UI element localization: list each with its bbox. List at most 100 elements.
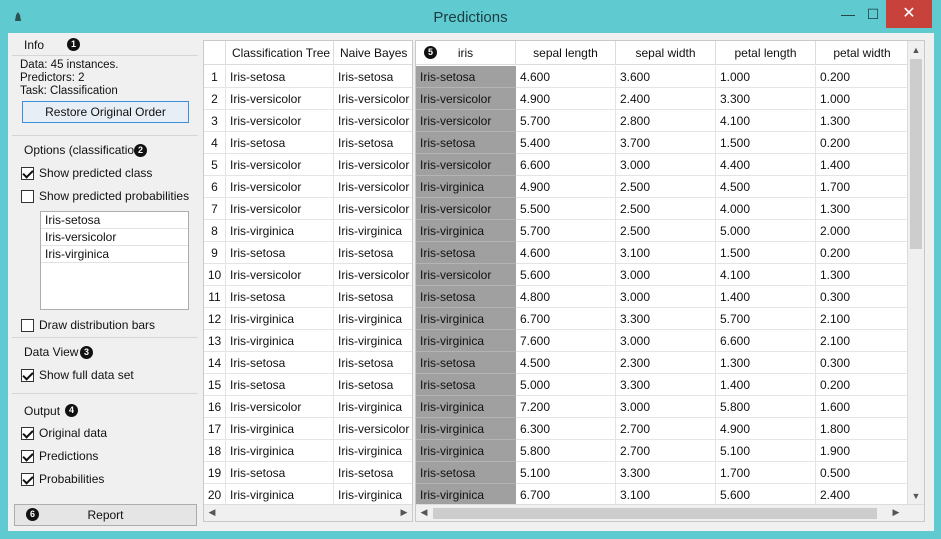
- petal-width-cell: 1.300: [816, 110, 909, 132]
- table-row[interactable]: 5 Iris-versicolor Iris-versicolor: [204, 154, 412, 176]
- table-row[interactable]: Iris-versicolor 5.600 3.000 4.100 1.300: [416, 264, 909, 286]
- draw-distribution-bars-checkbox[interactable]: Draw distribution bars: [21, 318, 155, 332]
- class-list-item[interactable]: Iris-virginica: [41, 246, 188, 263]
- sepal-length-cell: 6.300: [516, 418, 616, 440]
- naive-bayes-cell: Iris-setosa: [334, 132, 412, 154]
- class-list-item[interactable]: Iris-setosa: [41, 212, 188, 229]
- table-row[interactable]: Iris-versicolor 5.700 2.800 4.100 1.300: [416, 110, 909, 132]
- table-row[interactable]: 8 Iris-virginica Iris-virginica: [204, 220, 412, 242]
- checkbox-unchecked[interactable]: [21, 189, 34, 203]
- sepal-width-cell: 3.300: [616, 374, 716, 396]
- vertical-scrollbar[interactable]: ▲ ▼: [907, 41, 924, 506]
- naive-bayes-header[interactable]: Naive Bayes: [334, 41, 412, 65]
- scroll-left-icon[interactable]: ◀: [205, 507, 219, 518]
- naive-bayes-cell: Iris-versicolor: [334, 418, 412, 440]
- sepal-length-cell: 5.600: [516, 264, 616, 286]
- petal-length-cell: 1.400: [716, 374, 816, 396]
- table-row[interactable]: Iris-setosa 4.600 3.100 1.500 0.200: [416, 242, 909, 264]
- table-row[interactable]: Iris-setosa 5.400 3.700 1.500 0.200: [416, 132, 909, 154]
- checkbox-checked[interactable]: [21, 368, 34, 382]
- table-row[interactable]: Iris-virginica 7.600 3.000 6.600 2.100: [416, 330, 909, 352]
- table-row[interactable]: Iris-versicolor 4.900 2.400 3.300 1.000: [416, 88, 909, 110]
- table-row[interactable]: 6 Iris-versicolor Iris-versicolor: [204, 176, 412, 198]
- show-full-data-set-checkbox[interactable]: Show full data set: [21, 368, 134, 382]
- table-row[interactable]: 4 Iris-setosa Iris-setosa: [204, 132, 412, 154]
- table-row[interactable]: 1 Iris-setosa Iris-setosa: [204, 66, 412, 88]
- petal-width-cell: 0.300: [816, 286, 909, 308]
- classification-tree-header[interactable]: Classification Tree: [226, 41, 334, 65]
- table-row[interactable]: Iris-virginica 5.700 2.500 5.000 2.000: [416, 220, 909, 242]
- predictions-checkbox[interactable]: Predictions: [21, 449, 98, 463]
- horizontal-scrollbar[interactable]: ◀ ▶: [204, 504, 412, 521]
- table-row[interactable]: Iris-virginica 6.700 3.300 5.700 2.100: [416, 308, 909, 330]
- show-predicted-class-checkbox[interactable]: Show predicted class: [21, 166, 152, 180]
- checkbox-checked[interactable]: [21, 426, 34, 440]
- table-row[interactable]: 18 Iris-virginica Iris-virginica: [204, 440, 412, 462]
- table-row[interactable]: Iris-setosa 5.000 3.300 1.400 0.200: [416, 374, 909, 396]
- scrollbar-thumb[interactable]: [910, 59, 922, 249]
- show-predicted-probabilities-checkbox[interactable]: Show predicted probabilities: [21, 189, 189, 203]
- predictions-window: Predictions — ☐ ✕ Info 1 Data: 45 instan…: [0, 0, 941, 539]
- class-listbox[interactable]: Iris-setosa Iris-versicolor Iris-virgini…: [40, 211, 189, 310]
- info-task: Task: Classification: [20, 85, 118, 97]
- restore-original-order-button[interactable]: Restore Original Order: [22, 101, 189, 123]
- table-row[interactable]: 17 Iris-virginica Iris-versicolor: [204, 418, 412, 440]
- checkbox-checked[interactable]: [21, 472, 34, 486]
- table-row[interactable]: 14 Iris-setosa Iris-setosa: [204, 352, 412, 374]
- table-row[interactable]: Iris-versicolor 5.500 2.500 4.000 1.300: [416, 198, 909, 220]
- sepal-length-header[interactable]: sepal length: [516, 41, 616, 65]
- sepal-length-cell: 7.600: [516, 330, 616, 352]
- table-row[interactable]: Iris-virginica 6.700 3.100 5.600 2.400: [416, 484, 909, 506]
- checkbox-checked[interactable]: [21, 449, 34, 463]
- table-row[interactable]: 3 Iris-versicolor Iris-versicolor: [204, 110, 412, 132]
- sepal-width-cell: 3.000: [616, 330, 716, 352]
- scrollbar-thumb[interactable]: [433, 508, 877, 519]
- table-row[interactable]: Iris-virginica 6.300 2.700 4.900 1.800: [416, 418, 909, 440]
- table-row[interactable]: 12 Iris-virginica Iris-virginica: [204, 308, 412, 330]
- petal-width-header[interactable]: petal width: [816, 41, 909, 65]
- table-row[interactable]: Iris-setosa 4.500 2.300 1.300 0.300: [416, 352, 909, 374]
- sepal-length-cell: 5.000: [516, 374, 616, 396]
- classification-tree-cell: Iris-virginica: [226, 308, 334, 330]
- scroll-down-icon[interactable]: ▼: [909, 491, 923, 501]
- scroll-right-icon[interactable]: ▶: [397, 507, 411, 518]
- table-row[interactable]: 10 Iris-versicolor Iris-versicolor: [204, 264, 412, 286]
- data-table[interactable]: iris 5 sepal length sepal width petal le…: [415, 40, 925, 522]
- petal-length-header[interactable]: petal length: [716, 41, 816, 65]
- table-row[interactable]: Iris-virginica 7.200 3.000 5.800 1.600: [416, 396, 909, 418]
- table-row[interactable]: Iris-setosa 4.800 3.000 1.400 0.300: [416, 286, 909, 308]
- table-row[interactable]: 2 Iris-versicolor Iris-versicolor: [204, 88, 412, 110]
- table-row[interactable]: 19 Iris-setosa Iris-setosa: [204, 462, 412, 484]
- maximize-button[interactable]: ☐: [862, 4, 884, 26]
- original-data-checkbox[interactable]: Original data: [21, 426, 107, 440]
- table-row[interactable]: 20 Iris-virginica Iris-virginica: [204, 484, 412, 506]
- report-button[interactable]: Report: [14, 504, 197, 526]
- table-row[interactable]: Iris-setosa 5.100 3.300 1.700 0.500: [416, 462, 909, 484]
- table-row[interactable]: 13 Iris-virginica Iris-virginica: [204, 330, 412, 352]
- sepal-width-header[interactable]: sepal width: [616, 41, 716, 65]
- checkbox-unchecked[interactable]: [21, 318, 34, 332]
- class-list-item[interactable]: Iris-versicolor: [41, 229, 188, 246]
- table-row[interactable]: 15 Iris-setosa Iris-setosa: [204, 374, 412, 396]
- table-row[interactable]: Iris-virginica 5.800 2.700 5.100 1.900: [416, 440, 909, 462]
- minimize-button[interactable]: —: [838, 4, 858, 26]
- scroll-left-icon[interactable]: ◀: [417, 507, 431, 518]
- table-row[interactable]: 11 Iris-setosa Iris-setosa: [204, 286, 412, 308]
- row-index: 7: [204, 198, 226, 220]
- table-row[interactable]: Iris-setosa 4.600 3.600 1.000 0.200: [416, 66, 909, 88]
- checkbox-checked[interactable]: [21, 166, 34, 180]
- scroll-right-icon[interactable]: ▶: [889, 507, 903, 518]
- table-row[interactable]: 9 Iris-setosa Iris-setosa: [204, 242, 412, 264]
- horizontal-scrollbar[interactable]: ◀ ▶: [416, 504, 924, 521]
- table-row[interactable]: 7 Iris-versicolor Iris-versicolor: [204, 198, 412, 220]
- probabilities-checkbox[interactable]: Probabilities: [21, 472, 104, 486]
- corner-header: [204, 41, 226, 65]
- close-button[interactable]: ✕: [886, 0, 932, 28]
- table-row[interactable]: 16 Iris-versicolor Iris-virginica: [204, 396, 412, 418]
- predictions-table[interactable]: Classification Tree Naive Bayes 1 Iris-se…: [203, 40, 413, 522]
- table-row[interactable]: Iris-virginica 4.900 2.500 4.500 1.700: [416, 176, 909, 198]
- scroll-up-icon[interactable]: ▲: [909, 45, 923, 55]
- table-row[interactable]: Iris-versicolor 6.600 3.000 4.400 1.400: [416, 154, 909, 176]
- probabilities-label: Probabilities: [39, 472, 105, 486]
- sepal-width-cell: 3.000: [616, 286, 716, 308]
